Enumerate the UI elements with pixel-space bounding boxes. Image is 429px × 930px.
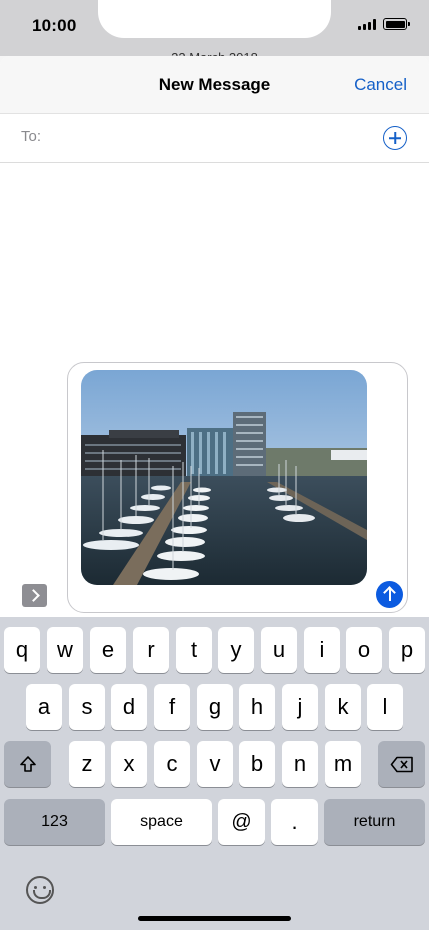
key-c[interactable]: c <box>154 741 190 787</box>
recipient-field[interactable]: To: <box>0 114 429 163</box>
message-compose-field[interactable] <box>67 362 408 613</box>
key-i[interactable]: i <box>304 627 340 673</box>
notch <box>98 0 331 38</box>
shift-key[interactable] <box>4 741 51 787</box>
at-key[interactable]: @ <box>218 799 265 845</box>
shift-icon <box>19 756 36 772</box>
status-bar: 22 March 2018 10:00 <box>0 0 429 65</box>
phone-screen: 22 March 2018 10:00 New Message Cancel T… <box>0 0 429 930</box>
key-v[interactable]: v <box>197 741 233 787</box>
delete-key[interactable] <box>378 741 425 787</box>
key-n[interactable]: n <box>282 741 318 787</box>
key-r[interactable]: r <box>133 627 169 673</box>
home-indicator[interactable] <box>138 916 291 921</box>
key-g[interactable]: g <box>197 684 233 730</box>
key-z[interactable]: z <box>69 741 105 787</box>
key-s[interactable]: s <box>69 684 105 730</box>
period-key[interactable]: . <box>271 799 318 845</box>
key-a[interactable]: a <box>26 684 62 730</box>
key-f[interactable]: f <box>154 684 190 730</box>
key-b[interactable]: b <box>239 741 275 787</box>
signal-icon <box>358 19 376 30</box>
numbers-key[interactable]: 123 <box>4 799 105 845</box>
keyboard: q w e r t y u i o p a s d f g h j k l z … <box>0 617 429 930</box>
key-m[interactable]: m <box>325 741 361 787</box>
backspace-icon <box>390 756 413 772</box>
key-e[interactable]: e <box>90 627 126 673</box>
battery-icon <box>383 18 410 30</box>
key-l[interactable]: l <box>367 684 403 730</box>
emoji-icon[interactable] <box>26 876 54 904</box>
arrow-up-icon[interactable] <box>376 581 403 608</box>
to-label: To: <box>21 128 42 145</box>
key-d[interactable]: d <box>111 684 147 730</box>
key-p[interactable]: p <box>389 627 425 673</box>
key-y[interactable]: y <box>218 627 254 673</box>
cancel-button[interactable]: Cancel <box>354 75 407 95</box>
chevron-right-icon[interactable] <box>22 584 47 607</box>
photo-attachment[interactable] <box>81 370 367 585</box>
plus-circle-icon[interactable] <box>383 126 407 150</box>
key-u[interactable]: u <box>261 627 297 673</box>
navigation-bar: New Message Cancel <box>0 56 429 114</box>
key-w[interactable]: w <box>47 627 83 673</box>
key-q[interactable]: q <box>4 627 40 673</box>
return-key[interactable]: return <box>324 799 425 845</box>
key-h[interactable]: h <box>239 684 275 730</box>
key-t[interactable]: t <box>176 627 212 673</box>
key-x[interactable]: x <box>111 741 147 787</box>
key-j[interactable]: j <box>282 684 318 730</box>
key-k[interactable]: k <box>325 684 361 730</box>
space-key[interactable]: space <box>111 799 212 845</box>
key-o[interactable]: o <box>346 627 382 673</box>
status-time: 10:00 <box>32 16 77 35</box>
